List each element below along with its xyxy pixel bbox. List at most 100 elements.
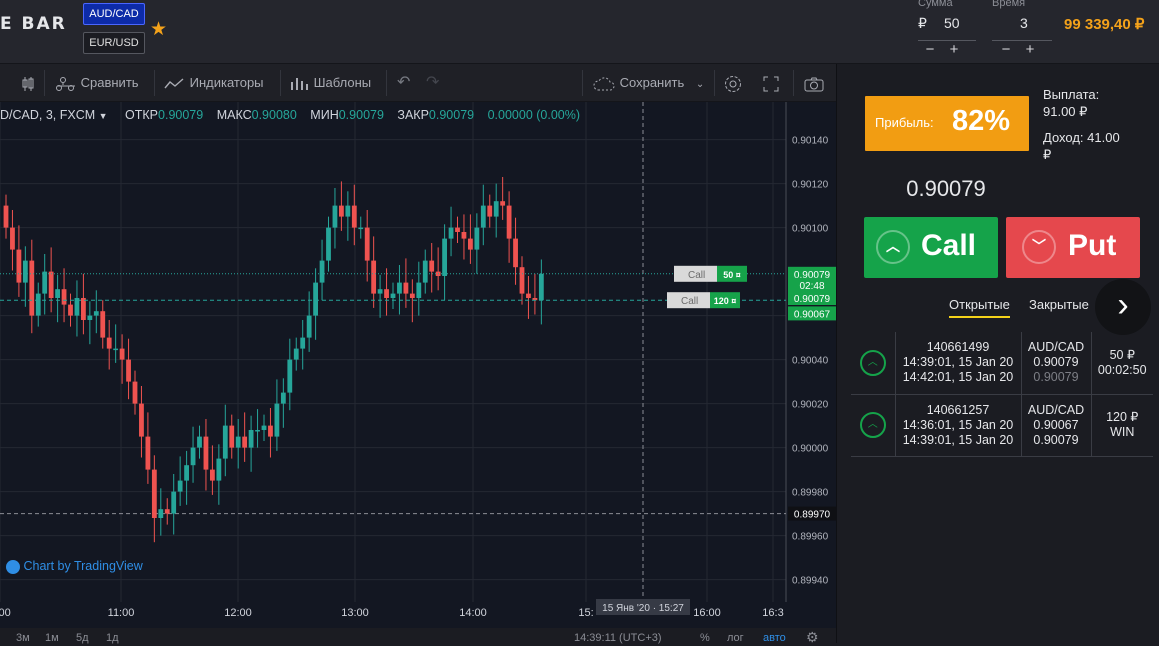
candle-body [390, 293, 396, 298]
chart-toolbar: Сравнить Индикаторы Шаблоны ↶ ↷ Сохранит… [0, 64, 836, 102]
open-value: 0.90079 [158, 108, 204, 122]
candle-body [319, 260, 325, 283]
candle-body [326, 227, 331, 261]
compare-button[interactable]: Сравнить [55, 64, 139, 102]
tab-open-trades[interactable]: Открытые [949, 297, 1010, 318]
chart-clock: 14:39:11 (UTC+3) [574, 632, 662, 644]
candle-body [126, 359, 131, 382]
templates-button[interactable]: Шаблоны [290, 64, 371, 102]
candle-body [216, 458, 222, 481]
trade-id: 140661257 [926, 402, 990, 417]
current-price: 0.90079 [906, 176, 986, 201]
range-3m[interactable]: 3м [16, 632, 30, 644]
cloud-icon [593, 76, 615, 91]
candle-body [151, 469, 157, 518]
candle-body [29, 260, 35, 316]
tab-closed-trades[interactable]: Закрытые [1029, 297, 1089, 312]
chart-bottom-bar: 3м 1м 5д 1д 14:39:11 (UTC+3) % лог авто … [0, 628, 836, 646]
candle-body [229, 425, 235, 448]
amount-plus-button[interactable]: + [942, 41, 966, 59]
candle-body [164, 509, 170, 514]
candle-body [48, 271, 54, 298]
table-row[interactable]: ︿ 140661499 14:39:01, 15 Jan 20 14:42:01… [851, 332, 1153, 394]
trade-box-amount-label: 120 ¤ [714, 296, 737, 306]
pair-tab-eur-usd[interactable]: EUR/USD [83, 32, 145, 54]
trade-status: 00:02:50 [1097, 362, 1147, 377]
candle-body [313, 282, 318, 316]
candle-body [139, 403, 144, 437]
candle-body [455, 227, 460, 232]
save-button[interactable]: Сохранить ⌄ [592, 64, 704, 102]
trade-status: WIN [1110, 425, 1135, 439]
time-label: Время [992, 0, 1026, 9]
trade-pair: AUD/CAD [1027, 340, 1085, 355]
candle-body [487, 205, 493, 217]
table-row[interactable]: ︿ 140661257 14:36:01, 15 Jan 20 14:39:01… [851, 394, 1153, 456]
settings-gear-icon[interactable] [723, 64, 743, 102]
chevron-right-icon[interactable]: › [1095, 279, 1151, 335]
brand-logo: E BAR [0, 14, 67, 34]
redo-icon[interactable]: ↷ [426, 64, 439, 102]
pair-tab-aud-cad[interactable]: AUD/CAD [83, 3, 145, 25]
tradingview-logo-icon [6, 559, 20, 574]
candle-body [42, 271, 48, 294]
range-5d[interactable]: 5д [76, 632, 89, 644]
trade-close-time: 14:39:01, 15 Jan 20 [902, 432, 1014, 447]
candle-body [287, 359, 293, 393]
candle-type-icon[interactable] [20, 64, 36, 102]
candle-body [197, 436, 202, 448]
account-balance: 99 339,40 ₽ [1064, 16, 1145, 33]
candle-body [16, 249, 22, 283]
favorite-star-icon[interactable]: ★ [150, 18, 167, 41]
put-button[interactable]: ﹀ Put [1006, 217, 1140, 278]
candle-body [158, 509, 164, 518]
save-label: Сохранить [619, 75, 685, 90]
candle-body [132, 381, 138, 404]
log-toggle[interactable]: лог [727, 632, 744, 644]
payout-label: Выплата: [1043, 87, 1100, 102]
candle-body [93, 311, 99, 316]
candle-body [538, 273, 544, 301]
top-bar: E BAR AUD/CAD EUR/USD ★ Сумма ₽ 50 − + Вр… [0, 0, 1159, 64]
amount-input[interactable]: 50 [944, 15, 960, 31]
trade-open-time: 14:39:01, 15 Jan 20 [902, 355, 1014, 370]
camera-icon[interactable] [804, 64, 824, 102]
price-tag-label: 0.90067 [794, 309, 831, 320]
arrow-down-icon: ﹀ [1022, 230, 1056, 264]
chart-settings-gear-icon[interactable]: ⚙ [806, 629, 819, 646]
indicators-button[interactable]: Индикаторы [164, 64, 264, 102]
candle-body [235, 436, 241, 448]
amount-minus-button[interactable]: − [918, 41, 942, 59]
arrow-up-icon: ︿ [859, 349, 886, 376]
candle-body [22, 260, 28, 283]
candle-body [106, 337, 112, 349]
time-input[interactable]: 3 [1020, 15, 1028, 31]
undo-icon[interactable]: ↶ [397, 64, 410, 102]
auto-toggle[interactable]: авто [763, 632, 786, 644]
trade-amount: 50 ₽ [1109, 347, 1135, 362]
range-1d[interactable]: 1д [106, 632, 119, 644]
call-button[interactable]: ︿ Call [864, 217, 998, 278]
high-value: 0.90080 [251, 108, 297, 122]
tradingview-attribution[interactable]: Chart by TradingView [6, 559, 143, 574]
candle-body [377, 289, 383, 294]
time-plus-button[interactable]: + [1018, 41, 1042, 59]
symbol-label[interactable]: D/CAD, 3, FXCM [0, 108, 95, 122]
profit-value: 82% [952, 105, 1011, 137]
candle-body [61, 289, 67, 305]
range-1m[interactable]: 1м [45, 632, 59, 644]
time-minus-button[interactable]: − [994, 41, 1018, 59]
fullscreen-icon[interactable] [762, 64, 780, 102]
candle-body [242, 436, 248, 448]
candle-body [493, 201, 499, 217]
indicators-label: Индикаторы [189, 75, 264, 90]
x-tick-label: 0:00 [0, 607, 11, 619]
percent-toggle[interactable]: % [700, 632, 710, 644]
candle-body [526, 293, 531, 298]
price-tag-label: 0.90079 [794, 294, 831, 305]
symbol-dropdown-icon[interactable]: ▼ [99, 111, 108, 121]
y-tick-label: 0.90000 [792, 444, 829, 455]
candle-body [474, 227, 480, 250]
candle-body [480, 205, 486, 228]
candle-body [203, 436, 209, 470]
